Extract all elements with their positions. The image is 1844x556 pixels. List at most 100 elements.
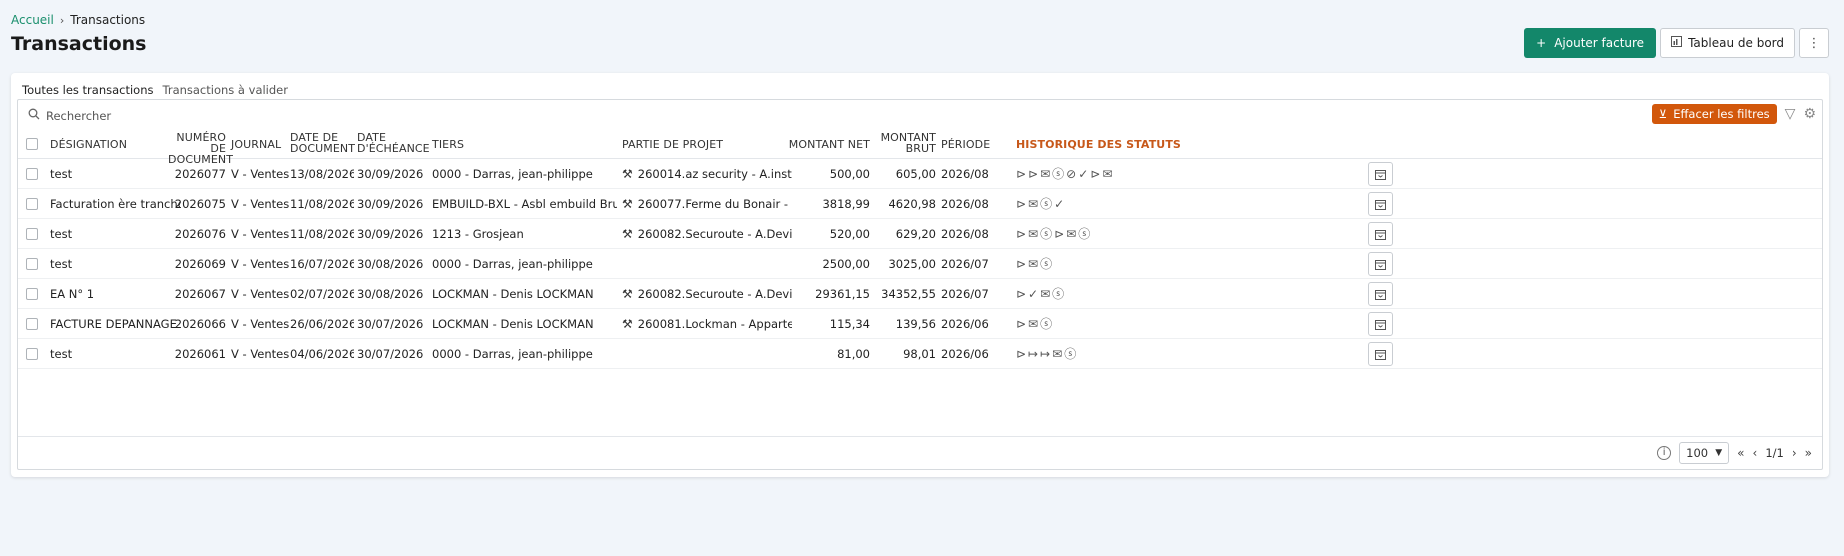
cell-period: 2026/07	[941, 257, 989, 271]
cell-tiers: 0000 - Darras, jean-philippe	[432, 167, 593, 181]
row-checkbox[interactable]	[26, 198, 38, 210]
project-label: 260014.az security - A.install...	[637, 167, 792, 181]
status-history-icons[interactable]: ⊳✉ⓢ	[1016, 309, 1054, 339]
cell-project[interactable]: ⚒ 260014.az security - A.install...	[622, 159, 792, 189]
header-designation[interactable]: DÉSIGNATION	[50, 139, 127, 150]
cell-period: 2026/07	[941, 287, 989, 301]
cell-project[interactable]: ⚒ 260082.Securoute - A.Devis s...	[622, 219, 792, 249]
header-tiers[interactable]: TIERS	[432, 139, 464, 150]
settings-icon[interactable]: ⚙	[1803, 106, 1816, 122]
cell-journal: V - Ventes	[231, 227, 290, 241]
previous-page-icon[interactable]: ‹	[1753, 446, 1758, 460]
status-history-icons[interactable]: ⊳✓✉ⓢ	[1016, 279, 1066, 309]
breadcrumb-home-link[interactable]: Accueil	[11, 13, 54, 27]
header-period[interactable]: PÉRIODE	[941, 139, 990, 150]
chevron-down-icon: ▼	[1715, 448, 1723, 458]
header-net-amount[interactable]: MONTANT NET	[788, 139, 870, 150]
cell-period: 2026/06	[941, 347, 989, 361]
header-due-date[interactable]: DATE D'ÉCHÉANCE	[357, 132, 430, 154]
header-doc-date-line2: DOCUMENT	[290, 142, 356, 155]
table-row[interactable]: test 2026077 V - Ventes 13/08/2026 30/09/202…	[18, 159, 1822, 189]
cell-gross-amount: 98,01	[903, 347, 936, 361]
row-action-icon[interactable]	[1368, 342, 1393, 366]
header-due-date-line2: D'ÉCHÉANCE	[357, 142, 430, 155]
cell-tiers: LOCKMAN - Denis LOCKMAN	[432, 287, 594, 301]
search-bar[interactable]: Rechercher	[28, 108, 111, 123]
row-action-icon[interactable]	[1368, 282, 1393, 306]
row-checkbox[interactable]	[26, 258, 38, 270]
cell-project[interactable]: ⚒ 260081.Lockman - Appartem...	[622, 309, 792, 339]
table-row[interactable]: test 2026069 V - Ventes 16/07/2026 30/08/202…	[18, 249, 1822, 279]
info-icon[interactable]: i	[1657, 446, 1672, 460]
page-info: 1/1	[1765, 446, 1784, 460]
header-doc-date[interactable]: DATE DE DOCUMENT	[290, 132, 355, 154]
row-checkbox[interactable]	[26, 348, 38, 360]
cell-gross-amount: 4620,98	[888, 197, 936, 211]
cell-journal: V - Ventes	[231, 347, 290, 361]
tools-icon: ⚒	[622, 287, 633, 301]
table-row[interactable]: Facturation ère tranche 2026075 V - Ventes…	[18, 189, 1822, 219]
header-gross-amount[interactable]: MONTANT BRUT	[876, 132, 936, 154]
cell-period: 2026/06	[941, 317, 989, 331]
breadcrumb: Accueil › Transactions	[11, 13, 145, 27]
filter-clear-icon: ⊻	[1658, 107, 1668, 121]
tools-icon: ⚒	[622, 167, 633, 181]
header-project[interactable]: PARTIE DE PROJET	[622, 139, 723, 150]
header-journal[interactable]: JOURNAL	[231, 139, 281, 150]
grid-tools: ⊻ Effacer les filtres ▽ ⚙	[1651, 104, 1816, 124]
filter-icon[interactable]: ▽	[1785, 106, 1796, 122]
first-page-icon[interactable]: «	[1737, 446, 1744, 460]
row-action-icon[interactable]	[1368, 162, 1393, 186]
status-history-icons[interactable]: ⊳✉ⓢ⊳✉ⓢ	[1016, 219, 1092, 249]
add-invoice-button[interactable]: + Ajouter facture	[1524, 28, 1657, 58]
plus-icon: +	[1536, 36, 1547, 50]
clear-filters-label: Effacer les filtres	[1673, 107, 1770, 121]
status-history-icons[interactable]: ⊳✉ⓢ	[1016, 249, 1054, 279]
more-options-icon[interactable]: ⋮	[1799, 28, 1829, 58]
row-action-icon[interactable]	[1368, 312, 1393, 336]
next-page-icon[interactable]: ›	[1792, 446, 1797, 460]
pagination: i 100 ▼ « ‹ 1/1 › »	[1657, 442, 1812, 464]
status-history-icons[interactable]: ⊳⊳✉ⓢ⊘✓⊳✉	[1016, 159, 1114, 189]
cell-project[interactable]: ⚒ 260082.Securoute - A.Devis s...	[622, 279, 792, 309]
cell-doc-number: 2026076	[174, 227, 226, 241]
cell-doc-date: 16/07/2026	[290, 257, 354, 271]
table-header: DÉSIGNATION NUMÉRO DE DOCUMENT JOURNAL D…	[18, 129, 1822, 165]
cell-net-amount: 3818,99	[822, 197, 870, 211]
cell-doc-date: 13/08/2026	[290, 167, 354, 181]
project-label: 260082.Securoute - A.Devis s...	[637, 227, 792, 241]
status-history-icons[interactable]: ⊳✉ⓢ✓	[1016, 189, 1066, 219]
add-invoice-label: Ajouter facture	[1554, 36, 1645, 50]
row-checkbox[interactable]	[26, 168, 38, 180]
row-checkbox[interactable]	[26, 288, 38, 300]
row-checkbox[interactable]	[26, 228, 38, 240]
cell-period: 2026/08	[941, 167, 989, 181]
cell-tiers: 0000 - Darras, jean-philippe	[432, 347, 593, 361]
row-action-icon[interactable]	[1368, 222, 1393, 246]
table-row[interactable]: FACTURE DEPANNAGE 2026066 V - Ventes 26/06/…	[18, 309, 1822, 339]
cell-journal: V - Ventes	[231, 167, 290, 181]
cell-net-amount: 81,00	[837, 347, 870, 361]
page-size-value: 100	[1686, 446, 1709, 460]
cell-journal: V - Ventes	[231, 197, 290, 211]
status-history-icons[interactable]: ⊳↦↦✉ⓢ	[1016, 339, 1078, 369]
project-label: 260077.Ferme du Bonair - B.I...	[637, 197, 792, 211]
page-size-select[interactable]: 100 ▼	[1679, 442, 1730, 464]
select-all-checkbox[interactable]	[26, 138, 38, 150]
cell-designation: Facturation ère tranche	[50, 197, 180, 211]
table-row[interactable]: EA N° 1 2026067 V - Ventes 02/07/2026 30/08/…	[18, 279, 1822, 309]
dashboard-button[interactable]: Tableau de bord	[1660, 28, 1795, 58]
search-input[interactable]: Rechercher	[46, 109, 111, 123]
row-action-icon[interactable]	[1368, 192, 1393, 216]
clear-filters-button[interactable]: ⊻ Effacer les filtres	[1651, 104, 1777, 124]
header-status-history[interactable]: HISTORIQUE DES STATUTS	[1016, 139, 1181, 150]
table-row[interactable]: test 2026076 V - Ventes 11/08/2026 30/09/202…	[18, 219, 1822, 249]
table-row[interactable]: test 2026061 V - Ventes 04/06/2026 30/07/202…	[18, 339, 1822, 369]
cell-designation: EA N° 1	[50, 287, 95, 301]
row-checkbox[interactable]	[26, 318, 38, 330]
cell-period: 2026/08	[941, 197, 989, 211]
last-page-icon[interactable]: »	[1805, 446, 1812, 460]
cell-tiers: LOCKMAN - Denis LOCKMAN	[432, 317, 594, 331]
row-action-icon[interactable]	[1368, 252, 1393, 276]
cell-project[interactable]: ⚒ 260077.Ferme du Bonair - B.I...	[622, 189, 792, 219]
